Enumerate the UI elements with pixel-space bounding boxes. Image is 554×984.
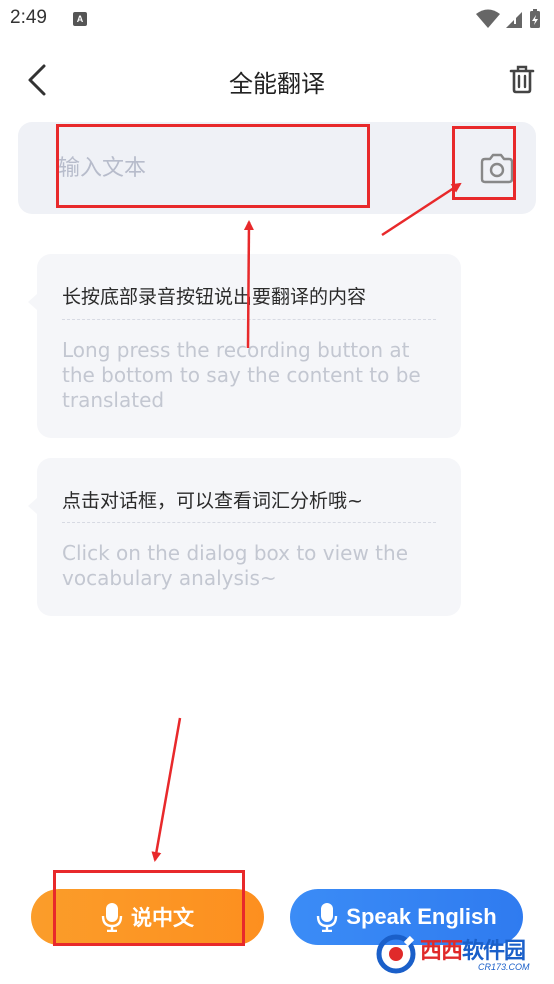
watermark: 西西软件园 CR173.COM [376, 932, 546, 976]
speak-chinese-label: 说中文 [131, 906, 194, 930]
status-time: 2:49 [10, 7, 47, 28]
input-card [18, 122, 536, 214]
speak-chinese-button[interactable]: 说中文 [31, 889, 264, 945]
annotation-arrow [151, 717, 182, 862]
hint-bubble-recording[interactable]: 长按底部录音按钮说出要翻译的内容 Long press the recordin… [28, 254, 461, 438]
bubble-english-text: Click on the dialog box to view the voca… [62, 541, 408, 590]
watermark-text: 西西软件园 [420, 939, 526, 964]
wifi-icon [476, 9, 500, 28]
page-title: 全能翻译 [229, 70, 325, 98]
status-bar: 2:49 A [0, 0, 554, 40]
bubble-english-text: Long press the recording button at the b… [62, 338, 421, 412]
microphone-icon [317, 903, 338, 932]
speak-english-label: Speak English [346, 904, 497, 929]
signal-icon [506, 12, 522, 28]
bubble-chinese-text: 长按底部录音按钮说出要翻译的内容 [62, 286, 367, 308]
watermark-subtext: CR173.COM [478, 962, 530, 972]
battery-icon [530, 9, 540, 28]
hint-bubble-dialog[interactable]: 点击对话框，可以查看词汇分析哦~ Click on the dialog box… [28, 458, 461, 616]
trash-icon[interactable] [508, 64, 536, 94]
status-icons [476, 9, 540, 28]
watermark-logo-icon [376, 934, 416, 974]
bubble-chinese-text: 点击对话框，可以查看词汇分析哦~ [62, 490, 363, 512]
app-bar: 全能翻译 [0, 40, 554, 120]
notification-icon: A [73, 12, 87, 26]
camera-icon[interactable] [478, 152, 516, 186]
bubble-divider [62, 522, 436, 523]
bubble-divider [62, 319, 436, 320]
text-input[interactable] [58, 150, 358, 186]
microphone-icon [101, 903, 123, 932]
